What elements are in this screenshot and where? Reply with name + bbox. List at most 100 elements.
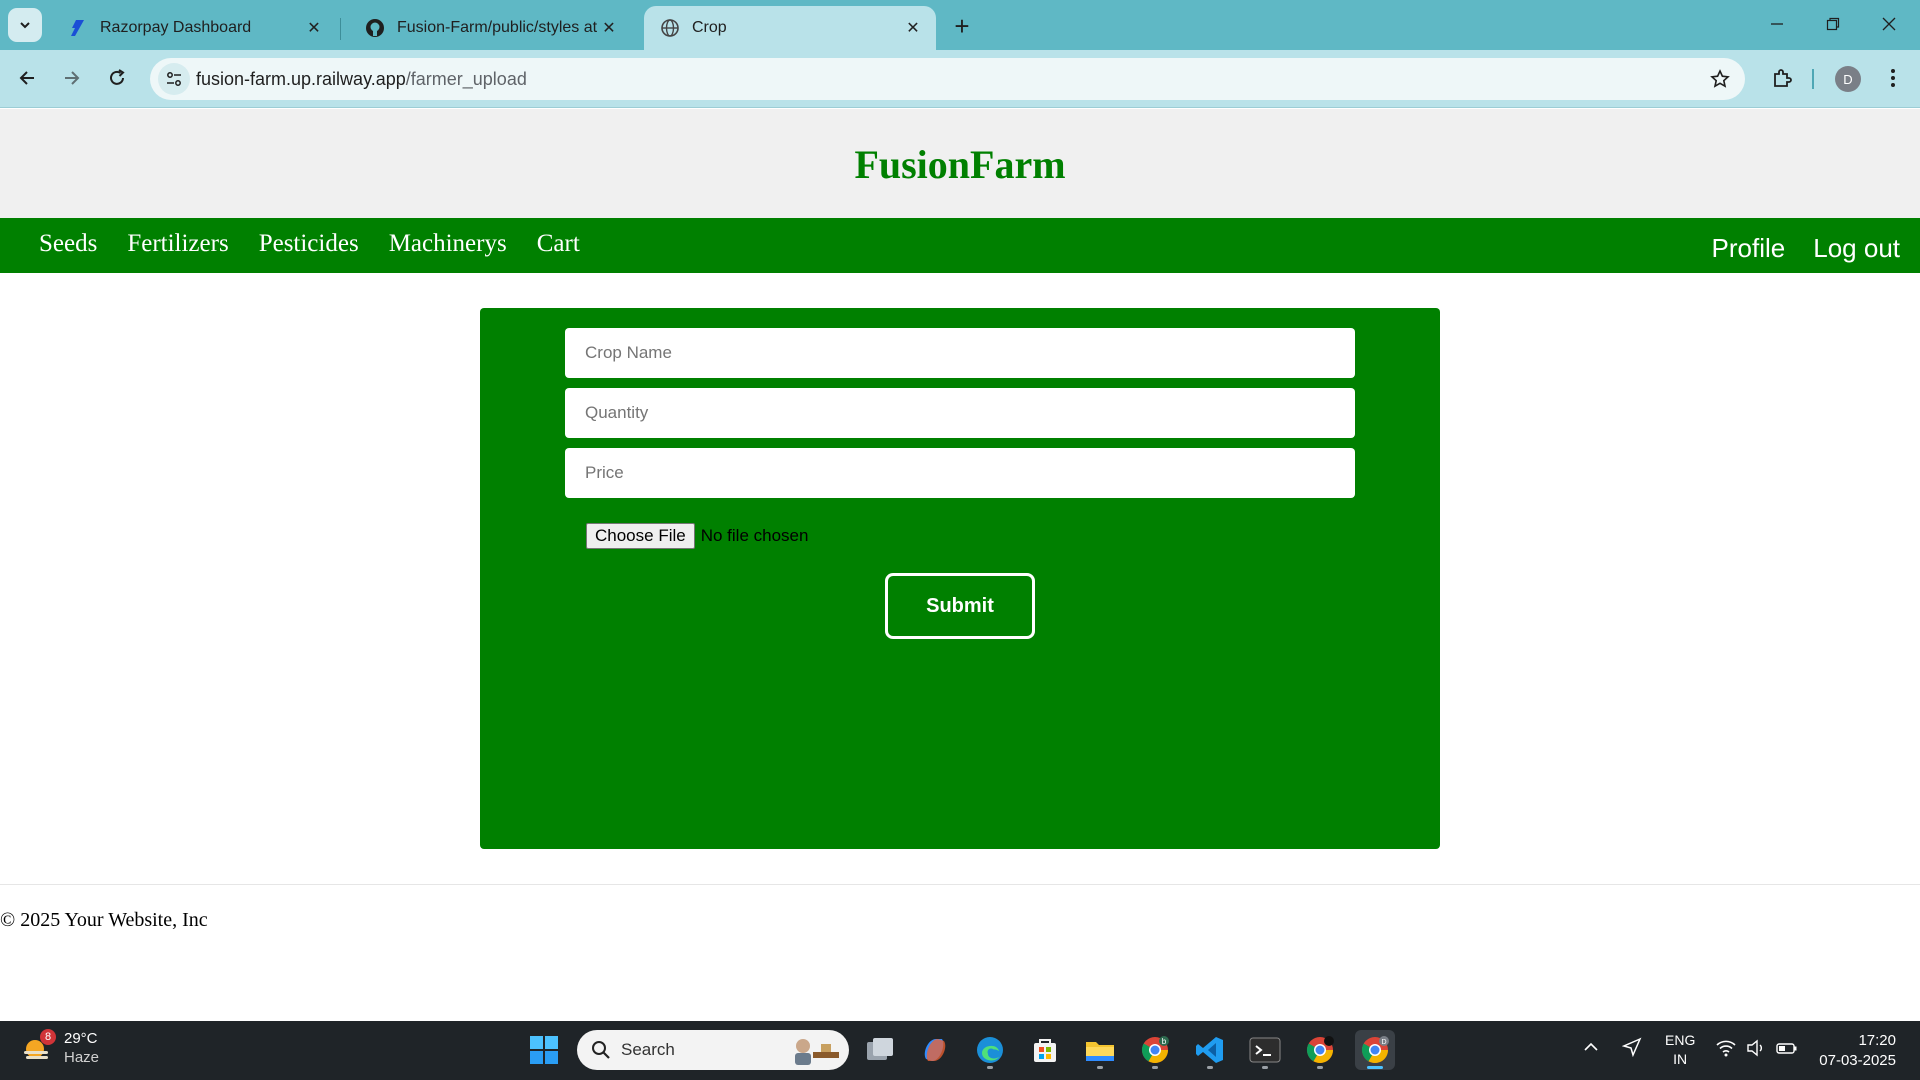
reload-button[interactable] xyxy=(99,60,135,96)
tab-title: Crop xyxy=(692,19,727,36)
web-page: FusionFarm Seeds Fertilizers Pesticides … xyxy=(0,109,1920,1021)
running-indicator xyxy=(1262,1066,1268,1069)
file-explorer-icon[interactable] xyxy=(1080,1030,1120,1070)
price-input[interactable] xyxy=(565,448,1355,498)
running-indicator xyxy=(987,1066,993,1069)
close-icon[interactable]: ✕ xyxy=(303,17,325,39)
clock-date: 07-03-2025 xyxy=(1819,1052,1896,1069)
arrow-left-icon xyxy=(19,71,34,85)
url-host: fusion-farm.up.railway.app xyxy=(196,69,406,89)
task-view-icon[interactable] xyxy=(860,1030,900,1070)
back-button[interactable] xyxy=(9,60,45,96)
chrome-profile-b-icon[interactable]: b xyxy=(1135,1030,1175,1070)
toolbar-divider xyxy=(1812,69,1814,89)
browser-menu-button[interactable] xyxy=(1875,60,1911,96)
site-nav: Seeds Fertilizers Pesticides Machinerys … xyxy=(0,218,1920,273)
crop-name-input[interactable] xyxy=(565,328,1355,378)
chrome-profile-2-icon[interactable] xyxy=(1300,1030,1340,1070)
running-indicator xyxy=(1367,1066,1383,1069)
address-bar[interactable]: fusion-farm.up.railway.app/farmer_upload xyxy=(150,58,1745,100)
weather-temp: 29°C xyxy=(64,1030,98,1047)
chevron-down-icon xyxy=(20,22,30,29)
nav-link-seeds[interactable]: Seeds xyxy=(39,230,97,258)
close-icon[interactable]: ✕ xyxy=(902,17,924,39)
svg-text:b: b xyxy=(1162,1037,1167,1046)
minimize-button[interactable] xyxy=(1754,8,1800,40)
location-arrow-icon[interactable] xyxy=(1621,1037,1642,1060)
windows-taskbar: 8 29°C Haze Search b D ENG IN 17:20 07-0… xyxy=(0,1021,1920,1080)
nav-link-fertilizers[interactable]: Fertilizers xyxy=(127,230,228,258)
clock-time: 17:20 xyxy=(1858,1032,1896,1049)
battery-icon xyxy=(1776,1043,1797,1054)
tab-separator xyxy=(340,18,341,40)
vscode-icon[interactable] xyxy=(1190,1030,1230,1070)
running-indicator xyxy=(1207,1066,1213,1069)
search-highlight-icon xyxy=(795,1039,839,1065)
notification-badge: 8 xyxy=(40,1029,56,1045)
language-line1: ENG xyxy=(1665,1032,1696,1048)
forward-button[interactable] xyxy=(54,60,90,96)
taskbar-search[interactable]: Search xyxy=(577,1030,849,1070)
chrome-profile-d-icon[interactable]: D xyxy=(1355,1030,1395,1070)
tab-search-button[interactable] xyxy=(8,8,42,42)
system-tray-status[interactable] xyxy=(1716,1039,1798,1057)
tab-github[interactable]: Fusion-Farm/public/styles at m ✕ xyxy=(349,6,632,50)
nav-link-profile[interactable]: Profile xyxy=(1712,233,1786,264)
github-icon xyxy=(365,18,385,38)
tab-title: Fusion-Farm/public/styles at m xyxy=(397,19,598,36)
search-label: Search xyxy=(621,1040,675,1059)
nav-link-machinerys[interactable]: Machinerys xyxy=(389,230,507,258)
svg-text:D: D xyxy=(1381,1039,1386,1046)
site-header: FusionFarm xyxy=(0,109,1920,218)
running-indicator xyxy=(1152,1066,1158,1069)
taskbar-clock[interactable]: 17:20 07-03-2025 xyxy=(1819,1031,1896,1071)
choose-file-button[interactable]: Choose File xyxy=(586,523,695,549)
store-icon[interactable] xyxy=(1025,1030,1065,1070)
arrow-right-icon xyxy=(65,71,80,85)
nav-link-logout[interactable]: Log out xyxy=(1813,233,1900,264)
extensions-button[interactable] xyxy=(1764,60,1800,96)
site-info-icon[interactable] xyxy=(158,63,190,95)
wifi-icon xyxy=(1716,1040,1736,1057)
more-vertical-icon xyxy=(1891,69,1895,87)
running-indicator xyxy=(1317,1066,1323,1069)
reload-icon xyxy=(110,69,125,85)
razorpay-icon xyxy=(68,18,88,38)
copilot-icon[interactable] xyxy=(915,1030,955,1070)
globe-icon xyxy=(660,18,680,38)
file-status-text: No file chosen xyxy=(700,526,809,545)
weather-widget[interactable]: 8 29°C Haze xyxy=(20,1029,99,1067)
show-hidden-icons-chevron-up-icon[interactable] xyxy=(1583,1039,1599,1058)
terminal-icon[interactable] xyxy=(1245,1030,1285,1070)
profile-avatar[interactable]: D xyxy=(1835,66,1861,92)
url-path: /farmer_upload xyxy=(405,69,527,89)
start-button[interactable] xyxy=(524,1030,564,1070)
close-window-button[interactable] xyxy=(1866,8,1912,40)
windows-logo-icon xyxy=(530,1036,558,1064)
url-text: fusion-farm.up.railway.app/farmer_upload xyxy=(196,69,527,90)
nav-link-pesticides[interactable]: Pesticides xyxy=(259,230,359,258)
weather-desc: Haze xyxy=(64,1049,100,1066)
volume-icon xyxy=(1747,1039,1762,1057)
edge-icon[interactable] xyxy=(970,1030,1010,1070)
tab-strip: Razorpay Dashboard ✕ Fusion-Farm/public/… xyxy=(0,0,1920,50)
puzzle-icon xyxy=(1774,69,1792,87)
quantity-input[interactable] xyxy=(565,388,1355,438)
new-tab-button[interactable]: + xyxy=(948,11,976,41)
file-picker: Choose File No file chosen xyxy=(586,523,808,549)
restore-icon xyxy=(1826,17,1840,31)
nav-left: Seeds Fertilizers Pesticides Machinerys … xyxy=(39,230,610,258)
bookmark-star-icon[interactable] xyxy=(1709,68,1731,90)
restore-button[interactable] xyxy=(1810,8,1856,40)
nav-link-cart[interactable]: Cart xyxy=(537,230,580,258)
browser-toolbar: fusion-farm.up.railway.app/farmer_upload… xyxy=(0,50,1920,108)
tab-razorpay[interactable]: Razorpay Dashboard ✕ xyxy=(52,6,337,50)
tab-title: Razorpay Dashboard xyxy=(100,19,252,36)
footer-divider xyxy=(0,884,1920,885)
footer-text: © 2025 Your Website, Inc xyxy=(0,909,208,931)
close-icon[interactable]: ✕ xyxy=(598,17,620,39)
submit-button[interactable]: Submit xyxy=(885,573,1035,639)
minimize-icon xyxy=(1771,23,1783,25)
language-indicator[interactable]: ENG IN xyxy=(1665,1031,1695,1069)
tab-crop[interactable]: Crop ✕ xyxy=(644,6,936,50)
